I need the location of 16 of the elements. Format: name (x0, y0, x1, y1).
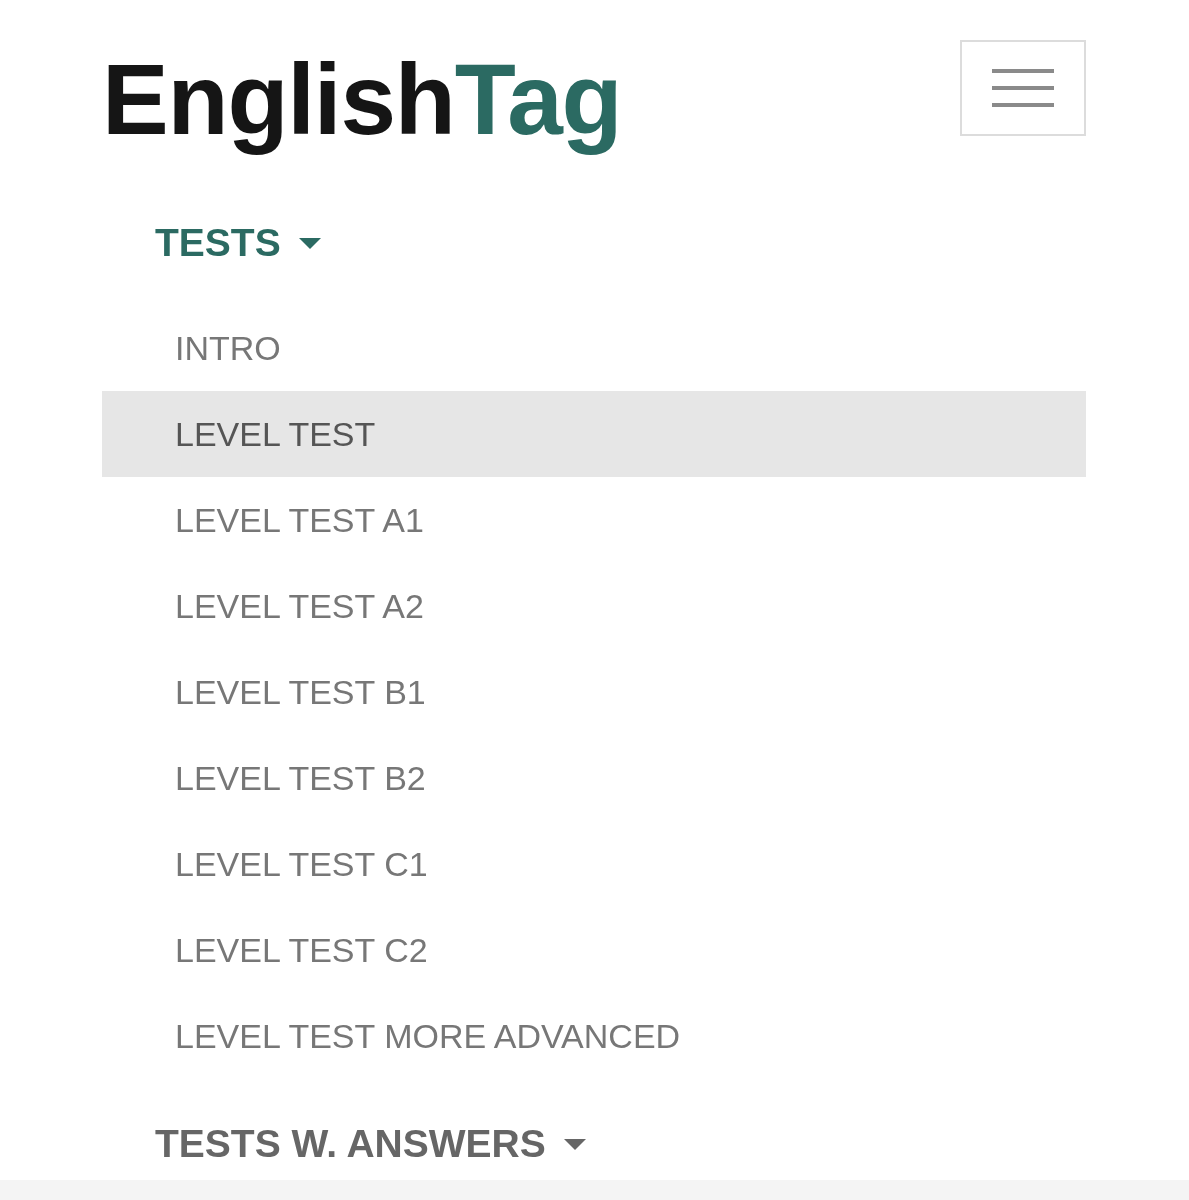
menu-item[interactable]: LEVEL TEST A2 (175, 586, 424, 626)
section-toggle[interactable]: TESTS W. ANSWERS (155, 1125, 586, 1163)
caret-icon (298, 237, 321, 249)
menu-item[interactable]: LEVEL TEST A1 (175, 500, 424, 540)
menu-item[interactable]: INTRO (175, 328, 281, 368)
menu-button[interactable] (960, 40, 1086, 136)
menu-icon (992, 69, 1054, 107)
menu-item[interactable]: LEVEL TEST B1 (175, 672, 426, 712)
menu-item[interactable]: LEVEL TEST C1 (175, 844, 428, 884)
menu-item[interactable]: LEVEL TEST C2 (175, 930, 428, 970)
logo-wordmark[interactable]: EnglishTag (102, 37, 624, 161)
section-toggle[interactable]: TESTS (155, 224, 321, 262)
menu-item[interactable]: LEVEL TEST MORE ADVANCED (175, 1016, 681, 1056)
caret-icon (563, 1138, 586, 1150)
menu-item[interactable]: LEVEL TEST (102, 391, 1086, 477)
menu-item[interactable]: LEVEL TEST B2 (175, 758, 426, 798)
